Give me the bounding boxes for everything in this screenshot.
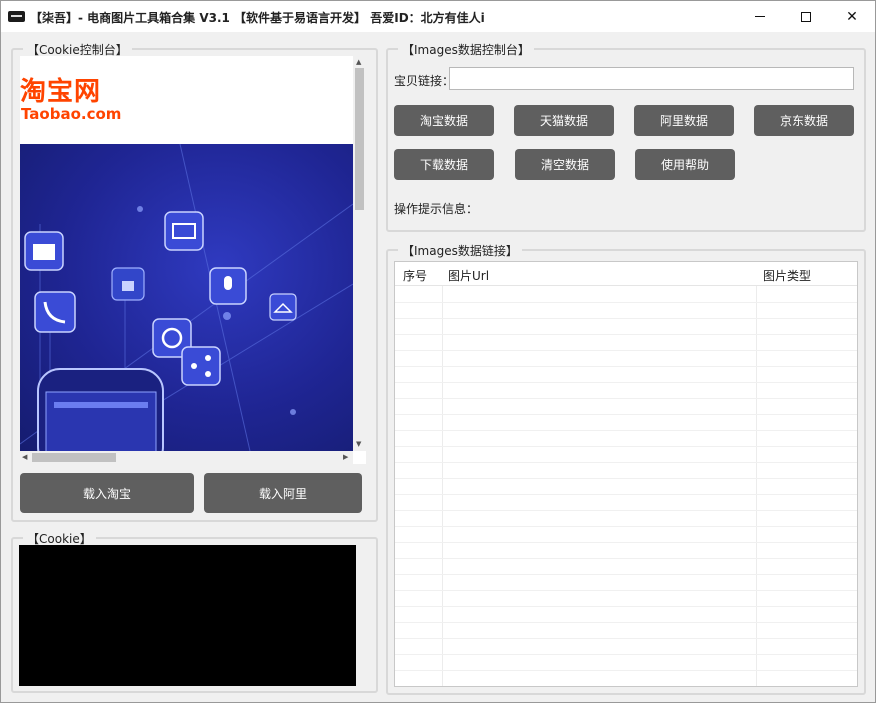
help-button[interactable]: 使用帮助 [635,149,735,180]
minimize-icon [755,16,765,17]
ali-data-button[interactable]: 阿里数据 [634,105,734,136]
tmall-data-button[interactable]: 天猫数据 [514,105,614,136]
operation-tip-label: 操作提示信息： [394,202,479,216]
table-row-line [395,382,857,383]
taobao-logo: 淘宝网 Taobao.com [20,78,121,122]
table-row-line [395,446,857,447]
table-row-line [395,510,857,511]
maximize-icon [801,11,811,22]
table-row-line [395,526,857,527]
item-link-label: 宝贝链接： [394,74,455,88]
table-header: 序号 图片Url 图片类型 [395,262,857,286]
smartphone-illustration [37,368,164,451]
column-header-url[interactable]: 图片Url [448,267,489,284]
table-row-line [395,366,857,367]
table-row-line [395,574,857,575]
table-row-line [395,302,857,303]
table-row-line [395,638,857,639]
table-row-line [395,606,857,607]
login-banner-image [20,144,353,451]
item-link-input[interactable] [449,67,854,90]
vertical-scroll-thumb[interactable] [355,68,364,210]
table-row-line [395,398,857,399]
images-links-title: 【Images数据链接】 [398,242,522,259]
table-row-line [395,350,857,351]
table-row-line [395,590,857,591]
column-header-type[interactable]: 图片类型 [763,267,811,284]
scroll-right-icon[interactable]: ▶ [343,453,348,461]
browser-vertical-scrollbar[interactable]: ▲ ▼ [353,56,366,451]
load-ali-button[interactable]: 载入阿里 [204,473,362,513]
embedded-browser[interactable]: 淘宝网 Taobao.com ▲ ▼ ◀ ▶ [20,56,366,464]
banner-illustration [20,144,353,451]
tv-icon [164,211,204,251]
table-row-line [395,430,857,431]
table-row-line [395,558,857,559]
table-row-line [395,686,857,687]
lock-icon [111,267,145,301]
table-row-line [395,622,857,623]
hanger-icon [269,293,297,321]
title-bar[interactable]: 【柒吾】- 电商图片工具箱合集 V3.1 【软件基于易语言开发】 吾爱ID：北方… [1,1,875,32]
maximize-button[interactable] [783,1,829,32]
briefcase-icon [24,231,64,271]
phone-call-icon [34,291,76,333]
taobao-data-button[interactable]: 淘宝数据 [394,105,494,136]
microphone-icon [209,267,247,305]
images-table[interactable]: 序号 图片Url 图片类型 [394,261,858,687]
column-divider [442,286,443,686]
clear-data-button[interactable]: 清空数据 [515,149,615,180]
load-taobao-button[interactable]: 载入淘宝 [20,473,194,513]
horizontal-scroll-thumb[interactable] [32,453,116,462]
app-window: 【柒吾】- 电商图片工具箱合集 V3.1 【软件基于易语言开发】 吾爱ID：北方… [0,0,876,703]
minimize-button[interactable] [737,1,783,32]
table-row-line [395,318,857,319]
taobao-logo-cn: 淘宝网 [20,77,102,107]
app-icon [8,11,25,22]
scroll-down-icon[interactable]: ▼ [356,440,361,448]
column-divider [756,286,757,686]
browser-horizontal-scrollbar[interactable]: ◀ ▶ [20,451,353,464]
table-row-line [395,494,857,495]
scroll-up-icon[interactable]: ▲ [356,58,361,66]
close-icon: ✕ [846,8,858,25]
window-title: 【柒吾】- 电商图片工具箱合集 V3.1 【软件基于易语言开发】 吾爱ID：北方… [30,11,485,25]
table-row-line [395,654,857,655]
table-row-line [395,478,857,479]
taobao-logo-en: Taobao.com [21,105,122,123]
table-row-line [395,462,857,463]
images-console-title: 【Images数据控制台】 [398,41,534,58]
column-header-index[interactable]: 序号 [403,267,427,284]
table-row-line [395,542,857,543]
cookie-textarea[interactable] [19,545,356,686]
table-row-line [395,670,857,671]
scroll-left-icon[interactable]: ◀ [22,453,27,461]
table-row-line [395,414,857,415]
table-row-line [395,334,857,335]
jd-data-button[interactable]: 京东数据 [754,105,854,136]
close-button[interactable]: ✕ [829,1,875,32]
share-icon [181,346,221,386]
download-data-button[interactable]: 下载数据 [394,149,494,180]
